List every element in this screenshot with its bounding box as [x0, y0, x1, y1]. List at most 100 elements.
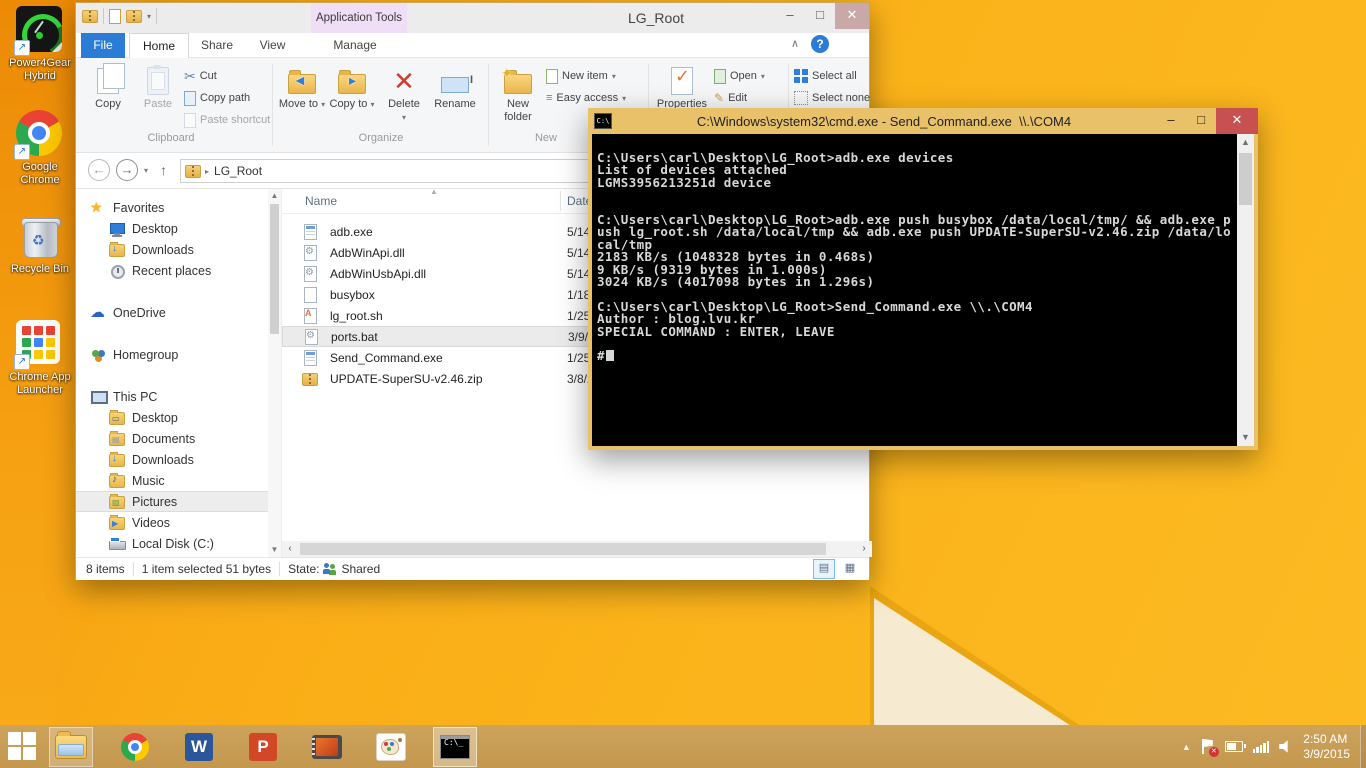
scroll-down-icon[interactable]: ▼ — [1237, 429, 1254, 446]
scroll-down-icon[interactable]: ▼ — [268, 543, 281, 557]
desktop-icon-recycle-bin[interactable]: ♻ Recycle Bin — [2, 212, 78, 276]
taskbar-moviemaker-button[interactable] — [305, 727, 349, 767]
sidebar-item-homegroup[interactable]: Homegroup — [76, 344, 268, 365]
sidebar-item-recent-places[interactable]: Recent places — [76, 260, 268, 281]
qat-dropdown-icon[interactable]: ▾ — [147, 12, 151, 21]
sidebar-item-pc-downloads[interactable]: ↓ Downloads — [76, 449, 268, 470]
folder-icon[interactable] — [82, 8, 98, 24]
sidebar-item-pictures[interactable]: ▨ Pictures — [76, 491, 268, 512]
cmd-maximize-button[interactable]: □ — [1186, 108, 1216, 134]
battery-icon[interactable] — [1224, 741, 1246, 752]
tray-time: 2:50 AM — [1303, 731, 1348, 746]
cut-icon: ✂ — [184, 67, 196, 84]
new-folder-qat-icon[interactable] — [126, 8, 142, 24]
scroll-up-icon[interactable]: ▲ — [1237, 134, 1254, 151]
minimize-button[interactable]: – — [775, 3, 805, 29]
state-value: Shared — [341, 562, 381, 576]
clock[interactable]: 2:50 AM 3/9/2015 — [1303, 732, 1350, 762]
thumbnail-view-button[interactable]: ▦ — [839, 559, 861, 579]
group-label-clipboard: Clipboard — [147, 132, 195, 144]
explorer-titlebar[interactable]: ▾ Application Tools LG_Root – □ ✕ — [76, 3, 869, 34]
tab-home[interactable]: Home — [129, 33, 189, 58]
edit-button[interactable]: ✎ Edit — [714, 88, 747, 108]
taskbar-paint-button[interactable] — [369, 727, 413, 767]
new-item-button[interactable]: New item ▾ — [546, 66, 616, 86]
sidebar-item-this-pc[interactable]: This PC — [76, 386, 268, 407]
taskbar-word-button[interactable]: W — [177, 727, 221, 767]
open-button[interactable]: Open ▾ — [714, 66, 765, 86]
copy-path-button[interactable]: Copy path — [184, 88, 250, 108]
show-hidden-icons[interactable]: ▲ — [1182, 742, 1191, 752]
paste-shortcut-button[interactable]: Paste shortcut — [184, 110, 270, 130]
select-all-button[interactable]: Select all — [794, 66, 857, 86]
close-button[interactable]: ✕ — [835, 3, 869, 29]
sidebar-item-music[interactable]: ♪ Music — [76, 470, 268, 491]
select-all-icon — [794, 69, 808, 83]
nav-scrollbar[interactable]: ▲ ▼ — [268, 189, 281, 557]
scroll-up-icon[interactable]: ▲ — [268, 189, 281, 203]
breadcrumb[interactable]: LG_Root — [214, 164, 262, 178]
sidebar-item-documents[interactable]: ▤ Documents — [76, 428, 268, 449]
tab-file[interactable]: File — [81, 33, 125, 58]
collapse-ribbon-icon[interactable]: ∧ — [791, 37, 799, 50]
action-center-flag-icon[interactable]: ✕ — [1201, 739, 1219, 757]
scroll-right-icon[interactable]: › — [856, 541, 872, 557]
history-dropdown-icon[interactable]: ▾ — [144, 166, 148, 175]
cmd-console[interactable]: C:\Users\carl\Desktop\LG_Root>adb.exe de… — [592, 134, 1254, 446]
new-folder-button[interactable]: ✦ New folder — [494, 64, 542, 124]
sidebar-item-local-disk[interactable]: Local Disk (C:) — [76, 533, 268, 554]
cmd-titlebar[interactable]: C:\ C:\Windows\system32\cmd.exe - Send_C… — [588, 108, 1258, 134]
move-to-button[interactable]: ◄ Move to ▾ — [278, 64, 326, 111]
show-desktop-button[interactable] — [1360, 725, 1366, 768]
taskbar-chrome-button[interactable] — [113, 727, 157, 767]
shared-people-icon — [323, 563, 337, 575]
desktop-icon-power4gear[interactable]: ↗ Power4Gear Hybrid — [2, 6, 78, 83]
sidebar-item-videos[interactable]: ▶ Videos — [76, 512, 268, 533]
volume-icon[interactable] — [1279, 740, 1288, 753]
rename-button[interactable]: Rename — [428, 64, 482, 111]
column-header-name[interactable]: Name — [305, 194, 337, 208]
desktop: ↗ Power4Gear Hybrid ↗ Google Chrome ♻ Re… — [0, 0, 1366, 768]
start-button[interactable] — [8, 732, 42, 762]
maximize-button[interactable]: □ — [805, 3, 835, 29]
copy-button[interactable]: Copy — [84, 63, 132, 111]
back-button[interactable]: ← — [88, 159, 110, 181]
details-view-button[interactable]: ▤ — [813, 559, 835, 579]
move-to-icon: ◄ — [288, 69, 316, 94]
taskbar-powerpoint-button[interactable]: P — [241, 727, 285, 767]
copy-to-button[interactable]: ▸ Copy to ▾ — [328, 64, 376, 111]
sidebar-item-onedrive[interactable]: OneDrive — [76, 302, 268, 323]
taskbar-explorer-button[interactable] — [49, 727, 93, 767]
properties-button[interactable]: Properties — [654, 64, 710, 111]
sidebar-item-downloads[interactable]: ↓ Downloads — [76, 239, 268, 260]
tab-share[interactable]: Share — [191, 33, 243, 58]
dll-file-icon: ⚙ — [302, 244, 318, 261]
open-icon — [714, 68, 726, 84]
delete-button[interactable]: ✕ Delete ▾ — [380, 64, 428, 124]
tab-view[interactable]: View — [249, 33, 296, 58]
tab-manage[interactable]: Manage — [326, 33, 384, 58]
cmd-close-button[interactable]: ✕ — [1216, 108, 1258, 134]
sidebar-item-desktop[interactable]: Desktop — [76, 218, 268, 239]
select-none-button[interactable]: Select none — [794, 88, 870, 108]
properties-qat-icon[interactable] — [109, 8, 121, 24]
horizontal-scrollbar[interactable]: ‹ › — [282, 541, 872, 557]
taskbar-cmd-button[interactable]: C:\_ — [433, 727, 477, 767]
cmd-scrollbar[interactable]: ▲ ▼ — [1237, 134, 1254, 446]
cut-button[interactable]: ✂ Cut — [184, 66, 217, 86]
desktop-icon-chrome[interactable]: ↗ Google Chrome — [2, 110, 78, 187]
cmd-minimize-button[interactable]: – — [1156, 108, 1186, 134]
desktop-icon-app-launcher[interactable]: ↗ Chrome App Launcher — [2, 318, 78, 397]
help-button[interactable]: ? — [811, 35, 829, 53]
network-signal-icon[interactable] — [1252, 740, 1270, 753]
forward-button[interactable]: → — [116, 159, 138, 181]
easy-access-button[interactable]: ≡ Easy access ▾ — [546, 88, 626, 108]
ribbon-tabs: File Home Share View Manage — [76, 33, 869, 58]
scroll-left-icon[interactable]: ‹ — [282, 541, 298, 557]
paste-button[interactable]: Paste — [134, 64, 182, 111]
paste-icon — [147, 65, 169, 95]
up-button[interactable]: ↑ — [160, 162, 167, 178]
sidebar-item-pc-desktop[interactable]: ▭ Desktop — [76, 407, 268, 428]
cmd-output: C:\Users\carl\Desktop\LG_Root>adb.exe de… — [597, 150, 1232, 364]
sidebar-item-favorites[interactable]: Favorites — [76, 197, 268, 218]
